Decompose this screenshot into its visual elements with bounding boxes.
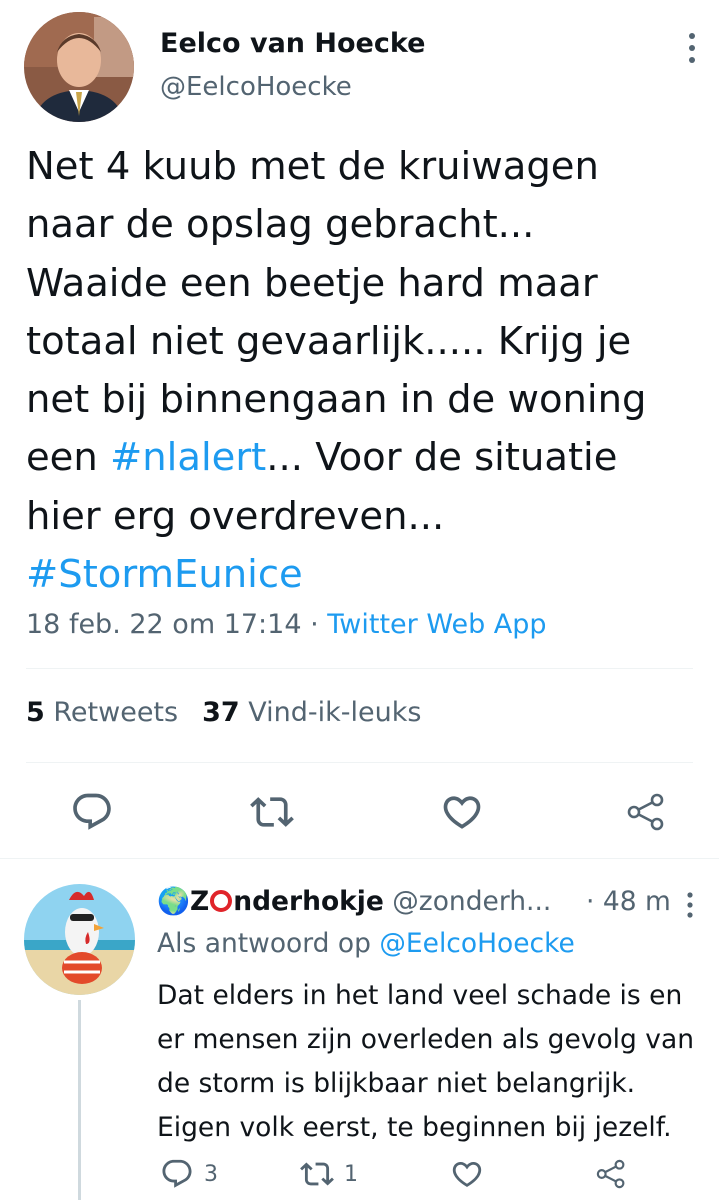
author-handle[interactable]: @EelcoHoecke (160, 72, 352, 102)
retweet-icon[interactable] (250, 790, 294, 834)
name-segment: nderhokje (233, 886, 384, 917)
hashtag-link-stormeunice[interactable]: #StormEunice (26, 546, 706, 604)
tweet-text-line: een #nlalert... Voor de situatie (26, 429, 706, 487)
replying-handle-link[interactable]: @EelcoHoecke (379, 928, 574, 959)
tweet-text-line: Net 4 kuub met de kruiwagen (26, 144, 599, 189)
retweet-count: 1 (344, 1161, 358, 1187)
tweet-text-line: net bij binnengaan in de woning (26, 377, 647, 423)
reply-count: 3 (204, 1161, 218, 1187)
hashtag-link-nlalert[interactable]: #nlalert (110, 435, 266, 480)
divider (26, 668, 693, 669)
tweet-text-line: naar de opslag gebracht... (26, 202, 535, 248)
likes-label: Vind-ik-leuks (239, 697, 422, 728)
tweet-meta: 18 feb. 22 om 17:14 · Twitter Web App (26, 609, 547, 640)
source-app-link[interactable]: Twitter Web App (327, 609, 546, 640)
share-icon[interactable] (624, 790, 668, 834)
red-circle-icon (210, 890, 233, 912)
tweet-stats: 5 Retweets 37 Vind-ik-leuks (26, 697, 421, 728)
reply-share-button[interactable] (594, 1156, 638, 1192)
reply-text-line: Eigen volk eerst, te beginnen bij jezelf… (157, 1112, 672, 1143)
globe-emoji-icon: 🌍 (157, 886, 190, 917)
reply-avatar[interactable] (24, 884, 135, 995)
retweets-label: Retweets (44, 697, 179, 728)
likes-stat[interactable]: 37 Vind-ik-leuks (202, 697, 421, 728)
reply-icon (162, 1159, 192, 1188)
retweets-count: 5 (26, 697, 45, 728)
text-segment: ... Voor de situatie (266, 435, 618, 481)
heart-icon (452, 1161, 482, 1187)
author-name[interactable]: Eelco van Hoecke (160, 28, 425, 59)
reply-like-button[interactable] (450, 1156, 494, 1192)
author-avatar[interactable] (24, 12, 134, 122)
reply-header[interactable]: 🌍Z nderhokje @zonderh... (157, 886, 551, 917)
tweet-text: Net 4 kuub met de kruiwagen naar de opsl… (26, 138, 706, 604)
share-icon (596, 1159, 625, 1189)
replying-prefix: Als antwoord op (157, 928, 380, 959)
tweet-text-line: hier erg overdreven... (26, 493, 445, 539)
reply-text-line: de storm is blijkbaar niet belangrijk. (157, 1068, 636, 1099)
more-vertical-icon[interactable] (686, 30, 698, 66)
heart-icon[interactable] (440, 790, 484, 834)
replying-to: Als antwoord op @EelcoHoecke (157, 928, 575, 959)
name-segment: Z (190, 886, 210, 917)
reply-time[interactable]: · 48 m (586, 886, 671, 917)
reply-text-line: er mensen zijn overleden als gevolg van (157, 1024, 695, 1055)
tweet-text-line: totaal niet gevaarlijk..... Krijg je (26, 318, 632, 364)
likes-count: 37 (202, 697, 240, 728)
retweet-icon (300, 1162, 334, 1186)
reply-author-handle[interactable]: @zonderh... (384, 886, 551, 917)
retweets-stat[interactable]: 5 Retweets (26, 697, 178, 728)
timestamp[interactable]: 18 feb. 22 om 17:14 (26, 609, 302, 640)
reply-text: Dat elders in het land veel schade is en… (157, 974, 702, 1150)
reply-retweet-button[interactable]: 1 (300, 1156, 358, 1192)
tweet-text-line: Waaide een beetje hard maar (26, 260, 598, 306)
meta-separator: · (301, 609, 328, 640)
reply-author-name[interactable]: Znderhokje (190, 886, 384, 917)
divider (26, 762, 693, 763)
reply-icon[interactable] (70, 790, 114, 834)
more-vertical-icon[interactable] (684, 890, 696, 920)
reply-text-line: Dat elders in het land veel schade is en (157, 980, 683, 1011)
section-divider (0, 858, 719, 859)
text-segment: een (26, 435, 111, 481)
thread-line (78, 1000, 81, 1200)
reply-reply-button[interactable]: 3 (160, 1156, 218, 1192)
